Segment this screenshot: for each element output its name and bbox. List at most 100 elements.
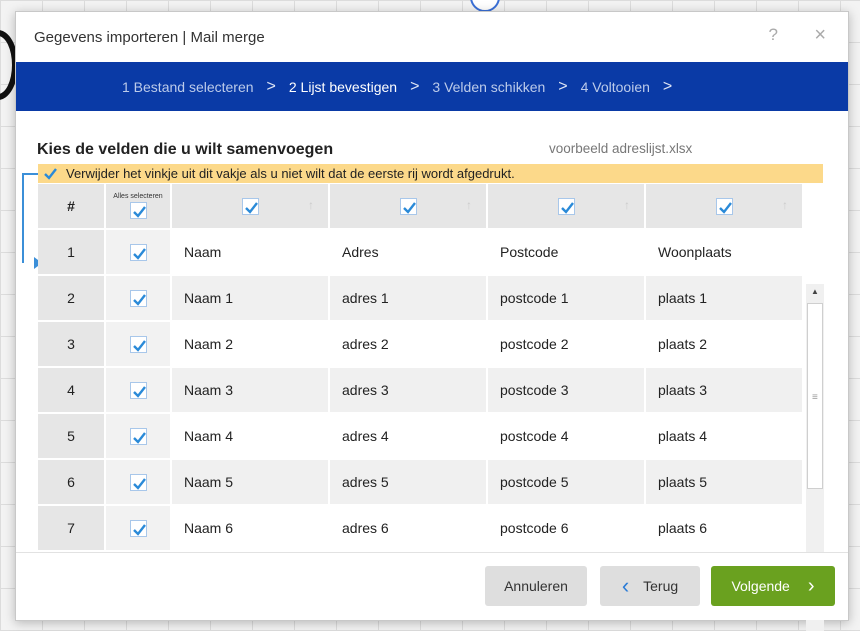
- table-body: 1 Naam Adres Postcode Woonplaats 2 Naam 1 adres…: [38, 230, 804, 552]
- next-label: Volgende: [731, 578, 790, 594]
- chevron-right-icon: ›: [807, 575, 815, 597]
- table-cell: adres 3: [330, 368, 488, 414]
- table-cell: Naam 1: [172, 276, 330, 322]
- row-select-cell: [106, 506, 172, 552]
- table-row: 2 Naam 1 adres 1 postcode 1 plaats 1: [38, 276, 804, 322]
- table-cell: postcode 1: [488, 276, 646, 322]
- sort-arrow-icon[interactable]: ↑: [308, 198, 314, 212]
- close-icon[interactable]: ×: [814, 25, 826, 45]
- table-row: 3 Naam 2 adres 2 postcode 2 plaats 2: [38, 322, 804, 368]
- table-cell: plaats 6: [646, 506, 804, 552]
- table-cell: Naam 6: [172, 506, 330, 552]
- chevron-right-icon: >: [558, 77, 568, 95]
- row-select-cell: [106, 414, 172, 460]
- chevron-right-icon: >: [266, 77, 276, 95]
- column-checkbox[interactable]: [241, 197, 259, 215]
- table-cell: postcode 3: [488, 368, 646, 414]
- table-cell: plaats 5: [646, 460, 804, 506]
- row-checkbox[interactable]: [129, 335, 147, 353]
- column-header-2: ↑: [330, 184, 488, 230]
- dialog-titlebar: Gegevens importeren | Mail merge ? ×: [16, 12, 848, 62]
- table-cell: Naam 4: [172, 414, 330, 460]
- sort-arrow-icon[interactable]: ↑: [466, 198, 472, 212]
- table-cell: adres 6: [330, 506, 488, 552]
- row-select-cell: [106, 230, 172, 276]
- row-select-cell: [106, 322, 172, 368]
- sort-arrow-icon[interactable]: ↑: [782, 198, 788, 212]
- dialog-footer: Annuleren ‹ Terug Volgende ›: [16, 552, 848, 620]
- row-number-header: #: [38, 184, 106, 230]
- table-cell: plaats 4: [646, 414, 804, 460]
- row-checkbox[interactable]: [129, 381, 147, 399]
- table-cell: adres 2: [330, 322, 488, 368]
- row-select-cell: [106, 368, 172, 414]
- step-arrange-fields[interactable]: 3 Velden schikken: [432, 79, 545, 95]
- chevron-right-icon: >: [410, 77, 420, 95]
- table-cell: Woonplaats: [646, 230, 804, 276]
- row-number: 2: [38, 276, 106, 322]
- table-cell: Postcode: [488, 230, 646, 276]
- row-number: 5: [38, 414, 106, 460]
- dialog-title: Gegevens importeren | Mail merge: [34, 28, 265, 46]
- first-row-notice: Verwijder het vinkje uit dit vakje als u…: [38, 164, 823, 183]
- table-cell: postcode 2: [488, 322, 646, 368]
- row-number: 7: [38, 506, 106, 552]
- table-row: 7 Naam 6 adres 6 postcode 6 plaats 6: [38, 506, 804, 552]
- wizard-steps: 1 Bestand selecteren > 2 Lijst bevestige…: [16, 62, 848, 111]
- column-header-1: ↑: [172, 184, 330, 230]
- step-select-file[interactable]: 1 Bestand selecteren: [122, 79, 254, 95]
- table-row: 6 Naam 5 adres 5 postcode 5 plaats 5: [38, 460, 804, 506]
- scrollbar-thumb[interactable]: ≡: [807, 303, 823, 489]
- table-cell: adres 4: [330, 414, 488, 460]
- help-icon[interactable]: ?: [769, 25, 778, 45]
- grip-icon: ≡: [812, 392, 818, 403]
- row-number: 1: [38, 230, 106, 276]
- back-label: Terug: [643, 578, 679, 594]
- mail-merge-dialog: Gegevens importeren | Mail merge ? × 1 B…: [15, 11, 849, 631]
- select-all-header: Alles selecteren: [106, 184, 172, 230]
- column-checkbox[interactable]: [715, 197, 733, 215]
- table-row: 1 Naam Adres Postcode Woonplaats: [38, 230, 804, 276]
- column-checkbox[interactable]: [557, 197, 575, 215]
- cancel-button[interactable]: Annuleren: [485, 566, 587, 606]
- row-number: 4: [38, 368, 106, 414]
- section-heading: Kies de velden die u wilt samenvoegen: [37, 141, 334, 158]
- row-number: 6: [38, 460, 106, 506]
- table-cell: postcode 6: [488, 506, 646, 552]
- row-checkbox[interactable]: [129, 473, 147, 491]
- row-checkbox[interactable]: [129, 243, 147, 261]
- row-select-cell: [106, 276, 172, 322]
- table-cell: Naam 3: [172, 368, 330, 414]
- file-name: voorbeeld adreslijst.xlsx: [549, 141, 693, 156]
- data-table: # Alles selecteren ↑ ↑ ↑ ↑ 1 Naam Adres …: [38, 184, 804, 552]
- column-checkbox[interactable]: [399, 197, 417, 215]
- column-header-3: ↑: [488, 184, 646, 230]
- row-checkbox[interactable]: [129, 427, 147, 445]
- select-all-checkbox[interactable]: [129, 202, 147, 220]
- back-button[interactable]: ‹ Terug: [600, 566, 700, 606]
- row-select-cell: [106, 460, 172, 506]
- table-cell: Naam: [172, 230, 330, 276]
- chevron-right-icon: >: [662, 77, 673, 95]
- select-all-label: Alles selecteren: [113, 192, 163, 200]
- table-cell: postcode 5: [488, 460, 646, 506]
- table-cell: plaats 1: [646, 276, 804, 322]
- row-checkbox[interactable]: [129, 519, 147, 537]
- table-cell: Naam 5: [172, 460, 330, 506]
- table-row: 5 Naam 4 adres 4 postcode 4 plaats 4: [38, 414, 804, 460]
- table-cell: plaats 2: [646, 322, 804, 368]
- row-number: 3: [38, 322, 106, 368]
- row-checkbox[interactable]: [129, 289, 147, 307]
- sort-arrow-icon[interactable]: ↑: [624, 198, 630, 212]
- check-icon: [43, 166, 58, 181]
- table-cell: adres 1: [330, 276, 488, 322]
- step-confirm-list[interactable]: 2 Lijst bevestigen: [289, 79, 397, 95]
- next-button[interactable]: Volgende ›: [711, 566, 835, 606]
- table-cell: plaats 3: [646, 368, 804, 414]
- notice-text: Verwijder het vinkje uit dit vakje als u…: [66, 166, 515, 181]
- table-cell: Adres: [330, 230, 488, 276]
- table-cell: Naam 2: [172, 322, 330, 368]
- step-finish[interactable]: 4 Voltooien: [581, 79, 650, 95]
- dialog-content: Kies de velden die u wilt samenvoegen vo…: [16, 111, 848, 631]
- scroll-up-icon[interactable]: ▲: [806, 284, 824, 300]
